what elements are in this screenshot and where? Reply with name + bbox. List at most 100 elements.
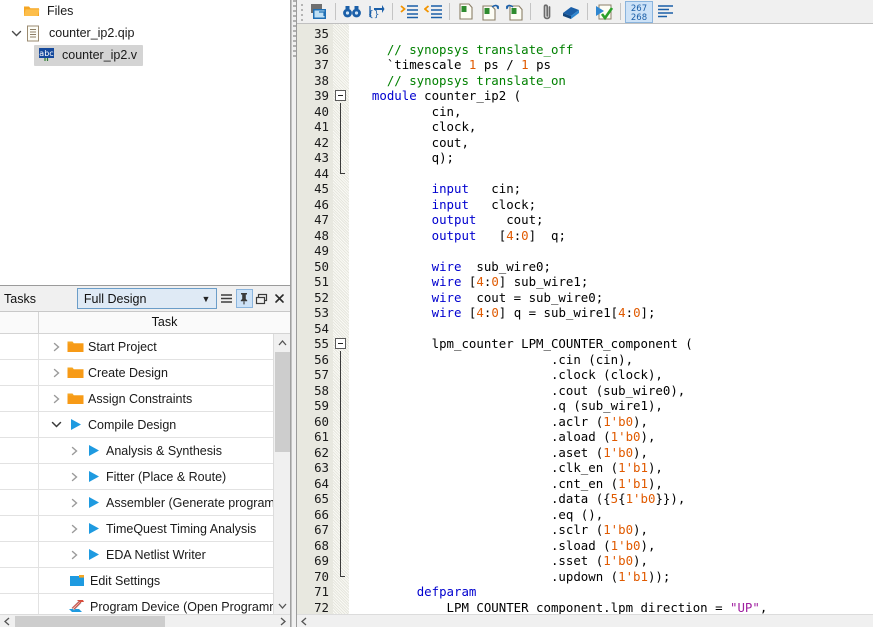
code-line[interactable]: defparam bbox=[357, 584, 873, 600]
code-line[interactable]: module counter_ip2 ( bbox=[357, 88, 873, 104]
wordwrap-icon[interactable] bbox=[653, 1, 677, 23]
flow-selector-combobox[interactable]: Full Design ▼ bbox=[76, 288, 217, 309]
close-button[interactable] bbox=[271, 289, 288, 308]
increase-indent-icon[interactable] bbox=[397, 1, 421, 23]
task-row[interactable]: TimeQuest Timing Analysis bbox=[0, 516, 273, 542]
task-status-cell[interactable] bbox=[0, 360, 39, 385]
task-name-cell[interactable]: Assembler (Generate programming bbox=[39, 496, 273, 510]
task-status-cell[interactable] bbox=[0, 516, 39, 541]
code-line[interactable]: cin, bbox=[357, 104, 873, 120]
goto-icon[interactable]: {} bbox=[364, 1, 388, 23]
undo-icon[interactable] bbox=[502, 1, 526, 23]
tasks-vertical-scrollbar[interactable] bbox=[273, 334, 290, 614]
task-name-cell[interactable]: Start Project bbox=[39, 340, 273, 354]
uncomment-icon[interactable] bbox=[478, 1, 502, 23]
code-line[interactable]: `timescale 1 ps / 1 ps bbox=[357, 57, 873, 73]
code-line[interactable]: input clock; bbox=[357, 197, 873, 213]
code-line[interactable]: .clock (clock), bbox=[357, 367, 873, 383]
task-name-cell[interactable]: Program Device (Open Programme bbox=[39, 599, 273, 614]
files-root-row[interactable]: Files bbox=[0, 0, 290, 22]
code-line[interactable] bbox=[357, 166, 873, 182]
tasks-scroll-thumb[interactable] bbox=[275, 352, 290, 452]
task-name-cell[interactable]: EDA Netlist Writer bbox=[39, 548, 273, 562]
task-status-column-header[interactable] bbox=[0, 312, 39, 333]
tree-item-verilog[interactable]: abc counter_ip2.v bbox=[0, 44, 290, 66]
code-line[interactable]: wire sub_wire0; bbox=[357, 259, 873, 275]
code-view[interactable]: 35 36 37 38 39 40 41 42 43 44 45 46 47 48 49 50 51 52 53 54… bbox=[297, 24, 873, 614]
scroll-up-arrow-icon[interactable] bbox=[274, 334, 290, 351]
source-code-text[interactable]: // synopsys translate_off `timescale 1 p… bbox=[349, 24, 873, 615]
chevron-right-icon[interactable] bbox=[65, 498, 83, 508]
scroll-right-arrow-icon[interactable] bbox=[276, 615, 290, 627]
insert-template-icon[interactable] bbox=[307, 1, 331, 23]
code-line[interactable]: q); bbox=[357, 150, 873, 166]
restore-button[interactable] bbox=[254, 289, 271, 308]
task-name-cell[interactable]: Analysis & Synthesis bbox=[39, 444, 273, 458]
code-line[interactable]: .aset (1'b0), bbox=[357, 445, 873, 461]
code-line[interactable]: wire cout = sub_wire0; bbox=[357, 290, 873, 306]
code-line[interactable]: .sset (1'b0), bbox=[357, 553, 873, 569]
code-line[interactable]: .sload (1'b0), bbox=[357, 538, 873, 554]
menu-button[interactable] bbox=[218, 289, 235, 308]
editor-horizontal-scrollbar[interactable] bbox=[297, 614, 873, 627]
code-line[interactable] bbox=[357, 243, 873, 259]
task-name-cell[interactable]: Create Design bbox=[39, 366, 273, 380]
tree-item-qip[interactable]: counter_ip2.qip bbox=[0, 22, 290, 44]
code-line[interactable]: // synopsys translate_on bbox=[357, 73, 873, 89]
code-line[interactable]: lpm_counter LPM_COUNTER_component ( bbox=[357, 336, 873, 352]
chevron-right-icon[interactable] bbox=[65, 550, 83, 560]
comment-icon[interactable] bbox=[454, 1, 478, 23]
task-name-cell[interactable]: Edit Settings bbox=[39, 574, 273, 588]
task-status-cell[interactable] bbox=[0, 464, 39, 489]
decrease-indent-icon[interactable] bbox=[421, 1, 445, 23]
code-line[interactable]: .cnt_en (1'b1), bbox=[357, 476, 873, 492]
pin-button[interactable] bbox=[235, 289, 253, 308]
bookmark-icon[interactable] bbox=[535, 1, 559, 23]
task-row[interactable]: Edit Settings bbox=[0, 568, 273, 594]
chevron-down-icon[interactable] bbox=[8, 25, 24, 41]
task-status-cell[interactable] bbox=[0, 490, 39, 515]
scroll-left-arrow-icon[interactable] bbox=[0, 615, 14, 627]
task-name-column-header[interactable]: Task bbox=[39, 312, 290, 333]
task-status-cell[interactable] bbox=[0, 542, 39, 567]
chevron-down-icon[interactable] bbox=[47, 420, 65, 429]
task-status-cell[interactable] bbox=[0, 412, 39, 437]
code-line[interactable]: cout, bbox=[357, 135, 873, 151]
chevron-right-icon[interactable] bbox=[65, 524, 83, 534]
task-row[interactable]: Fitter (Place & Route) bbox=[0, 464, 273, 490]
code-line[interactable]: .aclr (1'b0), bbox=[357, 414, 873, 430]
code-line[interactable]: input cin; bbox=[357, 181, 873, 197]
task-row[interactable]: Start Project bbox=[0, 334, 273, 360]
code-line[interactable]: output [4:0] q; bbox=[357, 228, 873, 244]
check-file-icon[interactable] bbox=[592, 1, 616, 23]
tasks-hscroll-thumb[interactable] bbox=[15, 616, 165, 627]
code-line[interactable]: output cout; bbox=[357, 212, 873, 228]
task-row[interactable]: Create Design bbox=[0, 360, 273, 386]
code-line[interactable]: wire [4:0] sub_wire1; bbox=[357, 274, 873, 290]
code-line[interactable]: .q (sub_wire1), bbox=[357, 398, 873, 414]
code-line[interactable]: .sclr (1'b0), bbox=[357, 522, 873, 538]
fold-collapse-icon[interactable] bbox=[335, 90, 346, 101]
code-line[interactable]: clock, bbox=[357, 119, 873, 135]
task-row[interactable]: EDA Netlist Writer bbox=[0, 542, 273, 568]
chevron-right-icon[interactable] bbox=[65, 472, 83, 482]
code-line[interactable]: .clk_en (1'b1), bbox=[357, 460, 873, 476]
code-line[interactable] bbox=[357, 321, 873, 337]
find-icon[interactable] bbox=[340, 1, 364, 23]
task-row[interactable]: Assembler (Generate programming bbox=[0, 490, 273, 516]
code-line[interactable]: .aload (1'b0), bbox=[357, 429, 873, 445]
task-status-cell[interactable] bbox=[0, 386, 39, 411]
chevron-right-icon[interactable] bbox=[47, 368, 65, 378]
task-status-cell[interactable] bbox=[0, 334, 39, 359]
code-line[interactable]: .cin (cin), bbox=[357, 352, 873, 368]
task-row[interactable]: Assign Constraints bbox=[0, 386, 273, 412]
task-status-cell[interactable] bbox=[0, 568, 39, 593]
task-row[interactable]: Compile Design bbox=[0, 412, 273, 438]
task-status-cell[interactable] bbox=[0, 438, 39, 463]
code-line[interactable]: wire [4:0] q = sub_wire1[4:0]; bbox=[357, 305, 873, 321]
code-line[interactable]: .data ({5{1'b0}}), bbox=[357, 491, 873, 507]
task-name-cell[interactable]: TimeQuest Timing Analysis bbox=[39, 522, 273, 536]
hierarchy-icon[interactable] bbox=[559, 1, 583, 23]
chevron-right-icon[interactable] bbox=[47, 394, 65, 404]
scroll-down-arrow-icon[interactable] bbox=[274, 597, 290, 614]
